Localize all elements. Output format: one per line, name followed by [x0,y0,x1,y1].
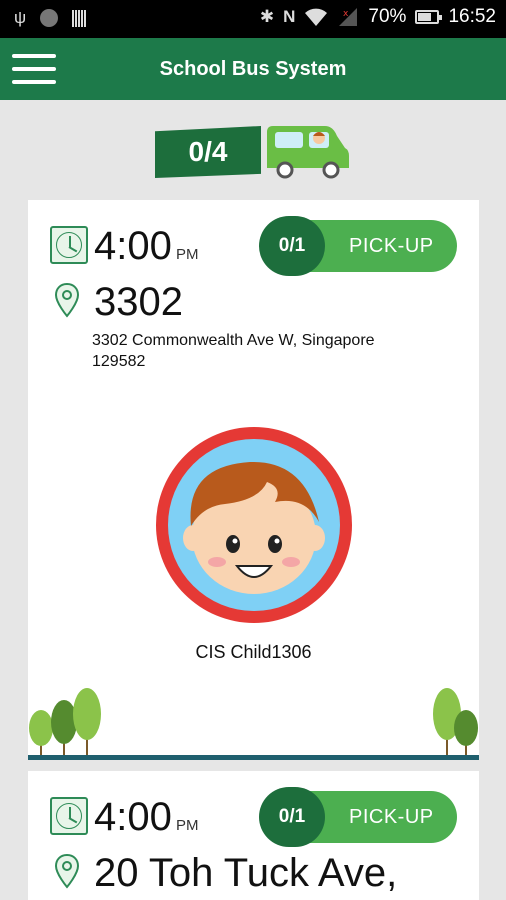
signal-icon: x [339,8,358,26]
address-line-1: 3302 Commonwealth Ave W, Singapore [92,332,375,349]
stop-time: 4:00 [94,795,172,839]
child-avatar[interactable] [155,426,353,624]
school-bus-icon [267,126,349,179]
battery-percent: 70% [368,6,407,27]
pickup-label: PICK-UP [349,806,434,828]
clock-icon [50,226,88,264]
pickup-button[interactable]: 0/1 PICK-UP [259,787,457,847]
pickup-label: PICK-UP [349,235,434,257]
nfc-icon: N [283,7,296,26]
location-pin-icon [54,282,80,318]
stop-card[interactable]: 4:00 PM 0/1 PICK-UP 20 Toh Tuck Ave, [28,771,479,900]
svg-text:x: x [343,9,349,19]
stop-card[interactable]: 4:00 PM 0/1 PICK-UP 3302 3302 Commonweal… [28,200,479,760]
bluetooth-icon: ✱ [259,7,275,26]
battery-fill [418,13,432,21]
app-bar: School Bus System [0,38,506,100]
address-line-2: 129582 [92,353,146,370]
child-name: CIS Child1306 [195,642,312,662]
clock-icon [50,797,88,835]
trip-progress: 0/4 [155,118,355,180]
pickup-button[interactable]: 0/1 PICK-UP [259,216,457,276]
stop-address: 3302 Commonwealth Ave W, Singapore 12958… [92,330,452,372]
time-suffix: PM [176,246,199,263]
ground-line [28,755,479,760]
stop-time: 4:00 [94,224,172,268]
pickup-count: 0/1 [259,787,325,847]
sim-icon [40,9,59,27]
trees-decoration-icon [29,688,478,756]
progress-count: 0/4 [188,136,228,167]
time-suffix: PM [176,817,199,834]
status-bar: ψ ✱ N x 70% 16:52 [0,0,506,38]
battery-icon [415,10,443,24]
progress-flag: 0/4 [155,126,261,178]
app-title: School Bus System [159,58,347,80]
stop-name: 3302 [94,280,183,324]
stop-name: 20 Toh Tuck Ave, [94,851,398,895]
usb-icon: ψ [14,8,27,27]
barcode-icon [72,9,87,27]
pickup-count: 0/1 [259,216,325,276]
clock-time: 16:52 [448,6,496,27]
wifi-icon [305,8,328,26]
location-pin-icon [54,853,80,889]
